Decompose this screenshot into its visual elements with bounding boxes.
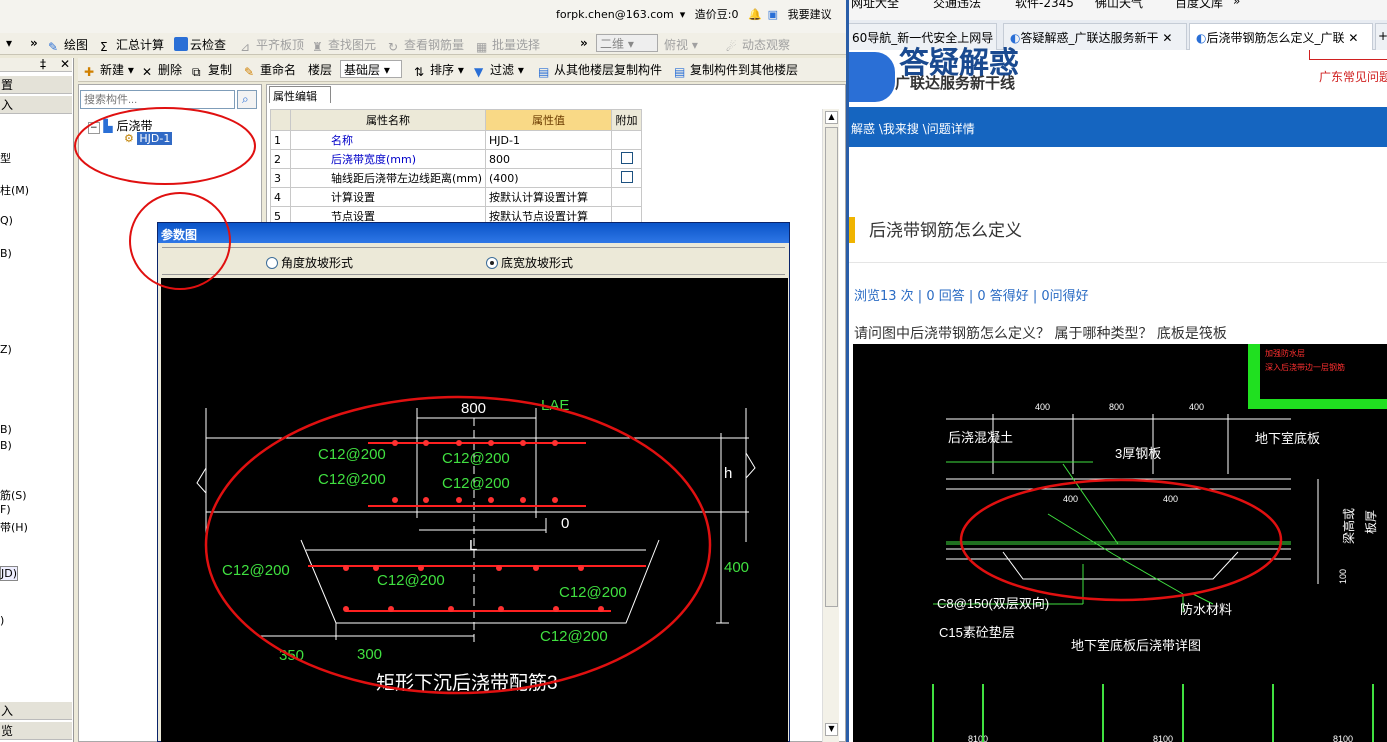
dim-top: 400 xyxy=(1189,402,1204,412)
site-header: 答疑解惑 广联达服务新干线 广东常见问题 xyxy=(849,46,1387,107)
red-note: 深入后浇带边一层钢筋 xyxy=(1265,362,1345,372)
bookmark-more[interactable]: » xyxy=(1233,0,1240,8)
dim-top: 800 xyxy=(1109,402,1124,412)
close-icon[interactable]: ✕ xyxy=(1348,31,1358,45)
label-rebar: C8@150(双层双向) xyxy=(937,596,1049,611)
bookmarks-bar: 网址大全 交通违法 软件-2345 佛山天气 百度文库 » xyxy=(849,0,1387,20)
dim-side: 100 xyxy=(1338,569,1348,584)
dim-bottom: 8100 xyxy=(968,734,988,742)
label-floor: 地下室底板 xyxy=(1255,431,1320,446)
breadcrumb[interactable]: 解惑 \我来搜 \问题详情 xyxy=(849,107,1387,147)
dim-mid: 400 xyxy=(1063,494,1078,504)
site-icon: ◐ xyxy=(1196,31,1207,45)
detail-drawing: 后浇混凝土 3厚钢板 地下室底板 C8@150(双层双向) C15素砼垫层 防水… xyxy=(932,344,1387,742)
question-text: 请问图中后浇带钢筋怎么定义？ 属于哪种类型？ 底板是筏板 xyxy=(854,326,1227,342)
logo-mascot-icon xyxy=(849,52,895,102)
bookmark[interactable]: 百度文库 xyxy=(1175,0,1223,11)
red-note: 加强防水层 xyxy=(1265,348,1305,358)
bookmark[interactable]: 交通违法 xyxy=(933,0,981,11)
detail-caption: 地下室底板后浇带详图 xyxy=(1071,638,1201,653)
browser-tab[interactable]: ◐答疑解惑_广联达服务新干 ✕ xyxy=(1003,23,1187,50)
dim-mid: 400 xyxy=(1163,494,1178,504)
annotation-ellipse xyxy=(204,395,712,695)
browser-tab-active[interactable]: ◐后浇带钢筋怎么定义_广联 ✕ xyxy=(1189,23,1373,50)
dim-top: 400 xyxy=(1035,402,1050,412)
question-title: 后浇带钢筋怎么定义 xyxy=(849,216,1022,243)
dim-bottom: 8100 xyxy=(1333,734,1353,742)
annotation-overlay xyxy=(129,192,712,695)
app-window: forpk.chen@163.com ▾ 造价豆:0 🔔 ▣ 我要建议 ▾ » ✎ 绘… xyxy=(0,0,846,742)
bookmark[interactable]: 网址大全 xyxy=(851,0,899,11)
region-link[interactable]: 广东常见问题 xyxy=(1319,68,1387,85)
logo-subtitle: 广联达服务新干线 xyxy=(895,74,1016,92)
close-icon[interactable]: ✕ xyxy=(1162,31,1172,45)
label-cushion: C15素砼垫层 xyxy=(939,625,1015,640)
green-marker xyxy=(1248,399,1387,409)
bookmark[interactable]: 软件-2345 xyxy=(1015,0,1074,11)
browser-window: 网址大全 交通违法 软件-2345 佛山天气 百度文库 » 60导航_新一代安全… xyxy=(849,0,1387,742)
label-thick: 板厚 xyxy=(1364,510,1378,534)
header-divider xyxy=(1309,50,1387,60)
annotation-ellipse xyxy=(959,478,1283,602)
title-accent xyxy=(849,217,855,243)
label-beam: 梁高或 xyxy=(1341,508,1356,544)
label-concrete: 后浇混凝土 xyxy=(948,430,1013,445)
divider xyxy=(849,262,1387,263)
question-image: 后浇混凝土 3厚钢板 地下室底板 C8@150(双层双向) C15素砼垫层 防水… xyxy=(853,344,1387,742)
question-stats: 浏览13 次 | 0 回答 | 0 答得好 | 0问得好 xyxy=(854,289,1089,304)
label-plate: 3厚钢板 xyxy=(1115,446,1161,461)
annotation-ellipse xyxy=(129,192,231,290)
bookmark[interactable]: 佛山天气 xyxy=(1095,0,1143,11)
new-tab-button[interactable]: + xyxy=(1375,23,1387,50)
label-waterproof: 防水材料 xyxy=(1180,602,1232,617)
dim-bottom: 8100 xyxy=(1153,734,1173,742)
